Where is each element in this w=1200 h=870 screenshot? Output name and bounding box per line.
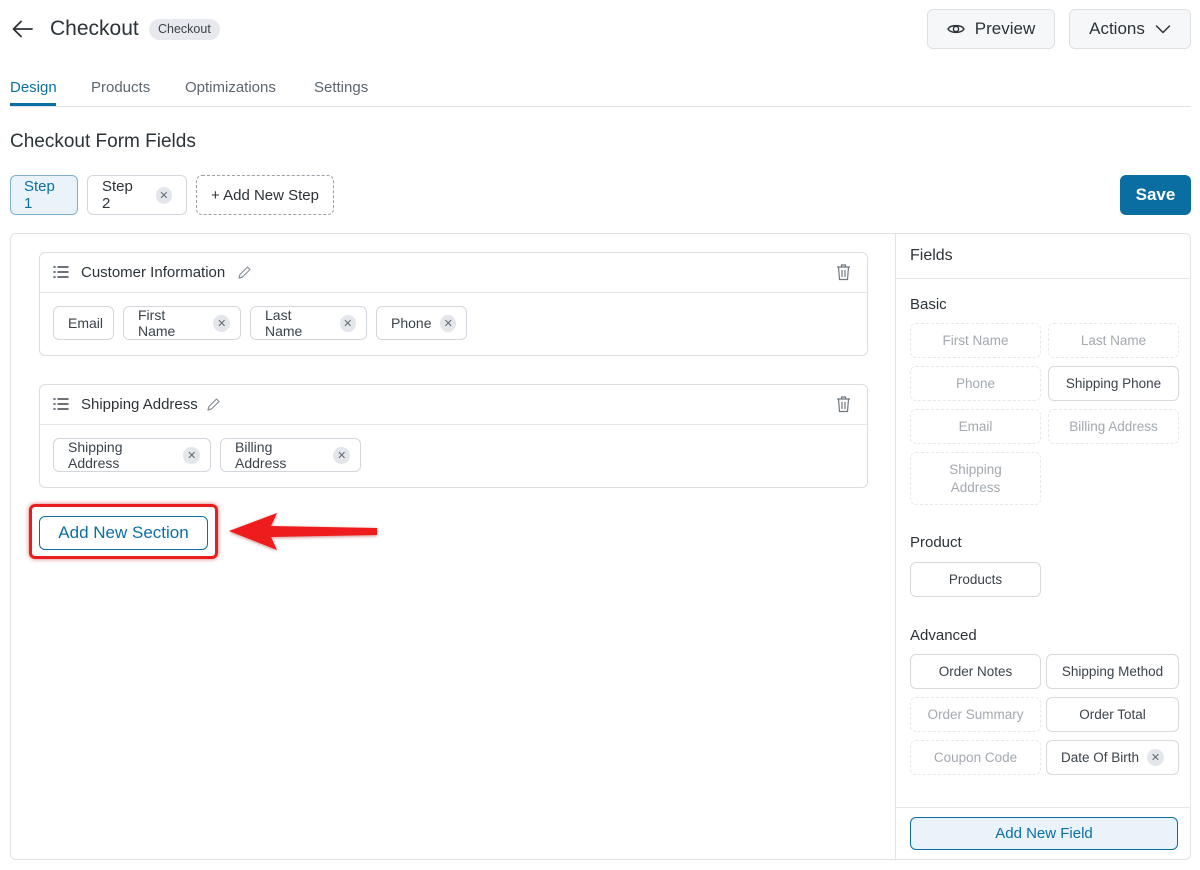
sidebar-field-label: Products: [948, 572, 1003, 587]
trash-icon[interactable]: [836, 395, 851, 413]
add-new-step-label: + Add New Step: [211, 186, 319, 204]
tab-products[interactable]: Products: [91, 79, 150, 96]
pencil-icon[interactable]: [237, 265, 252, 280]
divider: [896, 278, 1191, 279]
form-builder-panel: Customer Information Email First Name ✕ …: [10, 233, 1191, 860]
fields-sidebar: Fields Basic First Name Last Name Phone …: [895, 234, 1191, 859]
save-label: Save: [1135, 185, 1176, 204]
section-title: Shipping Address: [81, 396, 198, 413]
chevron-down-icon: [1155, 25, 1171, 34]
status-badge: Checkout: [149, 19, 220, 40]
group-label-product: Product: [910, 534, 962, 551]
field-chip-billing-address[interactable]: Billing Address ✕: [220, 438, 361, 472]
field-chip-phone[interactable]: Phone ✕: [376, 306, 467, 340]
sidebar-field-label: Shipping Address: [949, 461, 1002, 495]
section-shipping-address: Shipping Address Shipping Address ✕ Bill…: [39, 384, 868, 488]
sidebar-field-label: Shipping Method: [1061, 664, 1164, 679]
sidebar-field-label: Order Total: [1079, 707, 1146, 722]
highlight-box: Add New Section: [29, 504, 218, 559]
preview-label: Preview: [974, 19, 1036, 38]
sidebar-field-phone: Phone: [910, 366, 1041, 401]
step-1-label: Step 1: [24, 178, 55, 212]
tab-optimizations[interactable]: Optimizations: [185, 79, 276, 96]
sidebar-field-billing-address: Billing Address: [1048, 409, 1179, 444]
actions-button[interactable]: Actions: [1069, 9, 1191, 49]
divider: [896, 807, 1191, 808]
sidebar-field-shipping-address: Shipping Address: [910, 452, 1041, 505]
add-new-field-button[interactable]: Add New Field: [910, 817, 1178, 850]
back-arrow-icon[interactable]: [10, 16, 36, 42]
add-new-field-label: Add New Field: [995, 825, 1093, 842]
drag-list-icon[interactable]: [53, 397, 69, 411]
sidebar-field-label: Order Notes: [938, 664, 1013, 679]
close-icon[interactable]: ✕: [213, 314, 230, 332]
sidebar-field-label: Last Name: [1080, 333, 1147, 348]
field-chip-shipping-address[interactable]: Shipping Address ✕: [53, 438, 211, 472]
field-chip-last-name[interactable]: Last Name ✕: [250, 306, 367, 340]
step-2-label: Step 2: [102, 178, 133, 212]
sidebar-field-coupon-code: Coupon Code: [910, 740, 1041, 775]
group-label-basic: Basic: [910, 296, 947, 313]
tab-settings[interactable]: Settings: [314, 79, 368, 96]
sidebar-field-order-total[interactable]: Order Total: [1046, 697, 1179, 732]
sidebar-field-date-of-birth[interactable]: Date Of Birth ✕: [1046, 740, 1179, 775]
field-chip-label: Shipping Address: [68, 439, 123, 471]
sidebar-field-email: Email: [910, 409, 1041, 444]
step-2-button[interactable]: Step 2 ✕: [87, 175, 187, 215]
field-chip-label: Email: [68, 315, 104, 331]
field-chip-label: Billing Address: [235, 439, 287, 471]
section-header: Customer Information: [40, 253, 867, 293]
tab-bar: Design Products Optimizations Settings: [10, 70, 1191, 107]
section-fields: Shipping Address ✕ Billing Address ✕: [40, 425, 867, 487]
sidebar-field-label: Shipping Phone: [1065, 376, 1162, 391]
page-title: Checkout: [50, 17, 139, 40]
sidebar-field-label: Date Of Birth: [1060, 750, 1140, 765]
add-new-section-label: Add New Section: [58, 523, 189, 542]
field-chip-label: Phone: [391, 315, 432, 331]
sidebar-field-shipping-method[interactable]: Shipping Method: [1046, 654, 1179, 689]
eye-icon: [946, 24, 965, 34]
close-icon[interactable]: ✕: [440, 314, 456, 332]
sidebar-field-order-summary: Order Summary: [910, 697, 1041, 732]
close-icon[interactable]: ✕: [155, 186, 172, 204]
field-chip-label: Last Name: [265, 307, 303, 339]
close-icon[interactable]: ✕: [333, 446, 350, 464]
pencil-icon[interactable]: [206, 397, 221, 412]
preview-button[interactable]: Preview: [927, 9, 1055, 49]
close-icon[interactable]: ✕: [1147, 749, 1165, 766]
close-icon[interactable]: ✕: [339, 314, 356, 332]
sidebar-title: Fields: [910, 247, 953, 264]
section-header: Shipping Address: [40, 385, 867, 425]
field-chip-label: First Name: [138, 307, 176, 339]
sidebar-field-label: Billing Address: [1069, 419, 1158, 434]
sidebar-field-label: Phone: [955, 376, 996, 391]
add-new-section-button[interactable]: Add New Section: [39, 516, 208, 550]
section-title: Customer Information: [81, 264, 226, 281]
sidebar-field-first-name: First Name: [910, 323, 1041, 358]
field-chip-first-name[interactable]: First Name ✕: [123, 306, 241, 340]
red-arrow-icon: [229, 513, 377, 550]
step-1-button[interactable]: Step 1: [10, 175, 78, 215]
form-fields-heading: Checkout Form Fields: [10, 131, 196, 152]
trash-icon[interactable]: [836, 263, 851, 281]
sidebar-field-order-notes[interactable]: Order Notes: [910, 654, 1041, 689]
section-fields: Email First Name ✕ Last Name ✕ Phone ✕: [40, 293, 867, 355]
sidebar-field-label: Order Summary: [927, 707, 1024, 722]
active-tab-indicator: [10, 103, 56, 106]
add-new-step-button[interactable]: + Add New Step: [196, 175, 334, 215]
group-label-advanced: Advanced: [910, 627, 977, 644]
sidebar-field-products[interactable]: Products: [910, 562, 1041, 597]
tab-design[interactable]: Design: [10, 79, 57, 96]
close-icon[interactable]: ✕: [183, 446, 200, 464]
sidebar-field-label: Coupon Code: [933, 750, 1018, 765]
sidebar-field-last-name: Last Name: [1048, 323, 1179, 358]
save-button[interactable]: Save: [1120, 175, 1191, 215]
field-chip-email[interactable]: Email: [53, 306, 114, 340]
sidebar-field-label: Email: [958, 419, 993, 434]
drag-list-icon[interactable]: [53, 265, 69, 279]
sidebar-field-label: First Name: [942, 333, 1009, 348]
sidebar-field-shipping-phone[interactable]: Shipping Phone: [1048, 366, 1179, 401]
section-customer-information: Customer Information Email First Name ✕ …: [39, 252, 868, 356]
actions-label: Actions: [1089, 19, 1145, 38]
